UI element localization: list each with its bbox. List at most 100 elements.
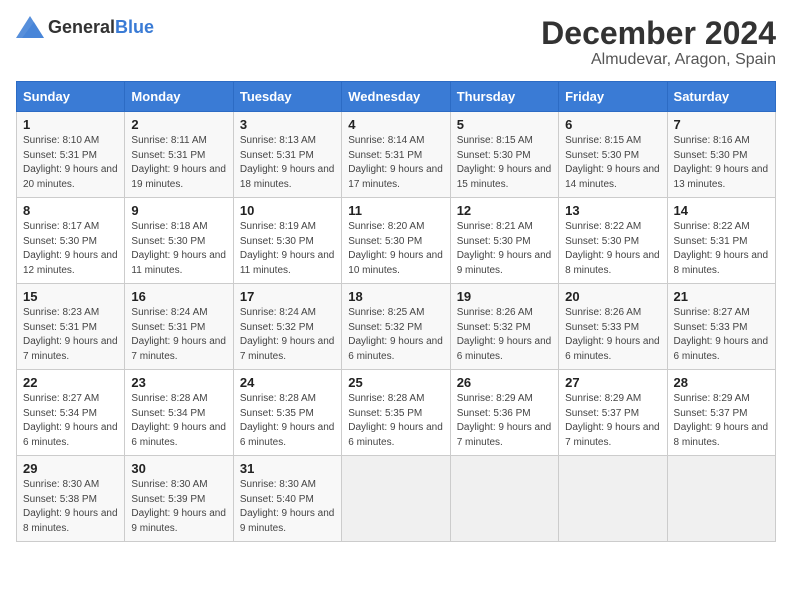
table-cell: 5 Sunrise: 8:15 AM Sunset: 5:30 PM Dayli… bbox=[450, 112, 558, 198]
daylight-text: Daylight: 9 hours and 6 minutes. bbox=[348, 421, 443, 450]
cell-content: Sunrise: 8:29 AM Sunset: 5:37 PM Dayligh… bbox=[674, 392, 769, 450]
sunset-text: Sunset: 5:40 PM bbox=[240, 493, 335, 508]
table-cell: 28 Sunrise: 8:29 AM Sunset: 5:37 PM Dayl… bbox=[667, 370, 775, 456]
table-cell: 19 Sunrise: 8:26 AM Sunset: 5:32 PM Dayl… bbox=[450, 284, 558, 370]
table-cell: 8 Sunrise: 8:17 AM Sunset: 5:30 PM Dayli… bbox=[17, 198, 125, 284]
table-cell: 1 Sunrise: 8:10 AM Sunset: 5:31 PM Dayli… bbox=[17, 112, 125, 198]
daylight-text: Daylight: 9 hours and 9 minutes. bbox=[240, 507, 335, 536]
daylight-text: Daylight: 9 hours and 8 minutes. bbox=[674, 249, 769, 278]
daylight-text: Daylight: 9 hours and 7 minutes. bbox=[131, 335, 226, 364]
sunset-text: Sunset: 5:30 PM bbox=[457, 235, 552, 250]
sunrise-text: Sunrise: 8:11 AM bbox=[131, 134, 226, 149]
daylight-text: Daylight: 9 hours and 15 minutes. bbox=[457, 163, 552, 192]
daylight-text: Daylight: 9 hours and 12 minutes. bbox=[23, 249, 118, 278]
day-number: 27 bbox=[565, 375, 660, 390]
sunrise-text: Sunrise: 8:28 AM bbox=[131, 392, 226, 407]
sunset-text: Sunset: 5:31 PM bbox=[23, 149, 118, 164]
sunrise-text: Sunrise: 8:29 AM bbox=[565, 392, 660, 407]
table-cell: 23 Sunrise: 8:28 AM Sunset: 5:34 PM Dayl… bbox=[125, 370, 233, 456]
daylight-text: Daylight: 9 hours and 6 minutes. bbox=[457, 335, 552, 364]
cell-content: Sunrise: 8:11 AM Sunset: 5:31 PM Dayligh… bbox=[131, 134, 226, 192]
cell-content: Sunrise: 8:13 AM Sunset: 5:31 PM Dayligh… bbox=[240, 134, 335, 192]
header-saturday: Saturday bbox=[667, 82, 775, 112]
table-cell: 7 Sunrise: 8:16 AM Sunset: 5:30 PM Dayli… bbox=[667, 112, 775, 198]
sunset-text: Sunset: 5:36 PM bbox=[457, 407, 552, 422]
sunset-text: Sunset: 5:30 PM bbox=[674, 149, 769, 164]
sunset-text: Sunset: 5:30 PM bbox=[348, 235, 443, 250]
day-number: 6 bbox=[565, 117, 660, 132]
day-number: 13 bbox=[565, 203, 660, 218]
daylight-text: Daylight: 9 hours and 9 minutes. bbox=[457, 249, 552, 278]
sunrise-text: Sunrise: 8:26 AM bbox=[565, 306, 660, 321]
title-area: December 2024 Almudevar, Aragon, Spain bbox=[541, 16, 776, 69]
table-cell: 3 Sunrise: 8:13 AM Sunset: 5:31 PM Dayli… bbox=[233, 112, 341, 198]
daylight-text: Daylight: 9 hours and 8 minutes. bbox=[674, 421, 769, 450]
day-number: 19 bbox=[457, 289, 552, 304]
daylight-text: Daylight: 9 hours and 7 minutes. bbox=[457, 421, 552, 450]
table-cell bbox=[342, 456, 450, 542]
table-cell: 11 Sunrise: 8:20 AM Sunset: 5:30 PM Dayl… bbox=[342, 198, 450, 284]
sunrise-text: Sunrise: 8:20 AM bbox=[348, 220, 443, 235]
cell-content: Sunrise: 8:30 AM Sunset: 5:39 PM Dayligh… bbox=[131, 478, 226, 536]
day-number: 21 bbox=[674, 289, 769, 304]
month-title: December 2024 bbox=[541, 16, 776, 51]
header-thursday: Thursday bbox=[450, 82, 558, 112]
sunset-text: Sunset: 5:31 PM bbox=[674, 235, 769, 250]
day-number: 26 bbox=[457, 375, 552, 390]
sunset-text: Sunset: 5:37 PM bbox=[565, 407, 660, 422]
cell-content: Sunrise: 8:28 AM Sunset: 5:35 PM Dayligh… bbox=[240, 392, 335, 450]
day-number: 15 bbox=[23, 289, 118, 304]
sunrise-text: Sunrise: 8:24 AM bbox=[240, 306, 335, 321]
table-cell: 4 Sunrise: 8:14 AM Sunset: 5:31 PM Dayli… bbox=[342, 112, 450, 198]
table-cell: 18 Sunrise: 8:25 AM Sunset: 5:32 PM Dayl… bbox=[342, 284, 450, 370]
table-cell bbox=[450, 456, 558, 542]
cell-content: Sunrise: 8:29 AM Sunset: 5:37 PM Dayligh… bbox=[565, 392, 660, 450]
day-number: 7 bbox=[674, 117, 769, 132]
table-cell: 27 Sunrise: 8:29 AM Sunset: 5:37 PM Dayl… bbox=[559, 370, 667, 456]
logo-text-general: General bbox=[48, 17, 115, 37]
sunset-text: Sunset: 5:30 PM bbox=[23, 235, 118, 250]
sunset-text: Sunset: 5:32 PM bbox=[348, 321, 443, 336]
sunset-text: Sunset: 5:38 PM bbox=[23, 493, 118, 508]
header-wednesday: Wednesday bbox=[342, 82, 450, 112]
table-cell: 14 Sunrise: 8:22 AM Sunset: 5:31 PM Dayl… bbox=[667, 198, 775, 284]
sunrise-text: Sunrise: 8:22 AM bbox=[565, 220, 660, 235]
day-number: 24 bbox=[240, 375, 335, 390]
day-number: 22 bbox=[23, 375, 118, 390]
daylight-text: Daylight: 9 hours and 17 minutes. bbox=[348, 163, 443, 192]
daylight-text: Daylight: 9 hours and 11 minutes. bbox=[131, 249, 226, 278]
sunset-text: Sunset: 5:30 PM bbox=[457, 149, 552, 164]
sunrise-text: Sunrise: 8:16 AM bbox=[674, 134, 769, 149]
daylight-text: Daylight: 9 hours and 10 minutes. bbox=[348, 249, 443, 278]
header-friday: Friday bbox=[559, 82, 667, 112]
sunrise-text: Sunrise: 8:23 AM bbox=[23, 306, 118, 321]
sunset-text: Sunset: 5:31 PM bbox=[240, 149, 335, 164]
day-number: 28 bbox=[674, 375, 769, 390]
calendar-week-row: 15 Sunrise: 8:23 AM Sunset: 5:31 PM Dayl… bbox=[17, 284, 776, 370]
sunset-text: Sunset: 5:39 PM bbox=[131, 493, 226, 508]
daylight-text: Daylight: 9 hours and 7 minutes. bbox=[240, 335, 335, 364]
sunrise-text: Sunrise: 8:27 AM bbox=[674, 306, 769, 321]
sunrise-text: Sunrise: 8:15 AM bbox=[457, 134, 552, 149]
cell-content: Sunrise: 8:15 AM Sunset: 5:30 PM Dayligh… bbox=[457, 134, 552, 192]
table-cell: 6 Sunrise: 8:15 AM Sunset: 5:30 PM Dayli… bbox=[559, 112, 667, 198]
day-number: 20 bbox=[565, 289, 660, 304]
daylight-text: Daylight: 9 hours and 8 minutes. bbox=[565, 249, 660, 278]
header-monday: Monday bbox=[125, 82, 233, 112]
sunrise-text: Sunrise: 8:15 AM bbox=[565, 134, 660, 149]
sunrise-text: Sunrise: 8:29 AM bbox=[674, 392, 769, 407]
table-cell bbox=[559, 456, 667, 542]
sunset-text: Sunset: 5:31 PM bbox=[23, 321, 118, 336]
day-number: 31 bbox=[240, 461, 335, 476]
header-row: Sunday Monday Tuesday Wednesday Thursday… bbox=[17, 82, 776, 112]
sunset-text: Sunset: 5:32 PM bbox=[240, 321, 335, 336]
sunrise-text: Sunrise: 8:25 AM bbox=[348, 306, 443, 321]
calendar-week-row: 29 Sunrise: 8:30 AM Sunset: 5:38 PM Dayl… bbox=[17, 456, 776, 542]
table-cell: 15 Sunrise: 8:23 AM Sunset: 5:31 PM Dayl… bbox=[17, 284, 125, 370]
cell-content: Sunrise: 8:16 AM Sunset: 5:30 PM Dayligh… bbox=[674, 134, 769, 192]
table-cell: 24 Sunrise: 8:28 AM Sunset: 5:35 PM Dayl… bbox=[233, 370, 341, 456]
cell-content: Sunrise: 8:21 AM Sunset: 5:30 PM Dayligh… bbox=[457, 220, 552, 278]
sunset-text: Sunset: 5:33 PM bbox=[565, 321, 660, 336]
sunrise-text: Sunrise: 8:19 AM bbox=[240, 220, 335, 235]
table-cell: 2 Sunrise: 8:11 AM Sunset: 5:31 PM Dayli… bbox=[125, 112, 233, 198]
